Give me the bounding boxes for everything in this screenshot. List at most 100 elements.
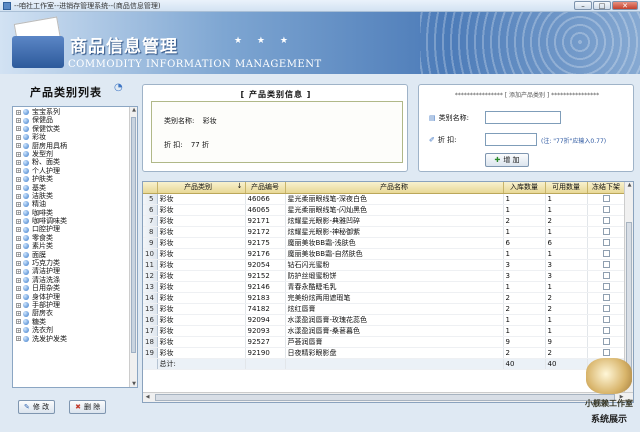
expand-icon[interactable]: + xyxy=(16,336,21,342)
cell-in-qty[interactable]: 6 xyxy=(503,237,546,249)
cell-frozen[interactable] xyxy=(587,325,626,337)
cell-category[interactable]: 彩妆 xyxy=(157,204,246,216)
expand-icon[interactable]: + xyxy=(16,269,21,275)
table-row[interactable]: 14 彩妆 92183 完美纷炫两用遮瑕笔 2 2 xyxy=(143,292,626,304)
cell-avail-qty[interactable]: 2 xyxy=(545,303,588,315)
cell-name[interactable]: 星光柔丽眼线笔-深夜白色 xyxy=(285,193,504,205)
category-item[interactable]: + 粉、面类 xyxy=(16,158,137,166)
frozen-checkbox[interactable] xyxy=(602,283,610,290)
cell-in-qty[interactable]: 1 xyxy=(503,248,546,260)
minimize-button[interactable]: – xyxy=(574,1,592,10)
cell-category[interactable]: 彩妆 xyxy=(157,336,246,348)
cell-frozen[interactable] xyxy=(587,347,626,359)
table-row[interactable]: 7 彩妆 92171 炫耀星光眼影-典雅凹碎 2 2 xyxy=(143,215,626,227)
cell-avail-qty[interactable]: 2 xyxy=(545,215,588,227)
column-header-name[interactable]: 产品名称 xyxy=(285,182,504,194)
cell-avail-qty[interactable]: 1 xyxy=(545,204,588,216)
product-grid[interactable]: 产品类别 ↓ 产品编号 产品名称 入库数量 可用数量 冻结下架 5 彩妆 46066… xyxy=(142,181,634,403)
cell-code[interactable]: 92054 xyxy=(245,259,286,271)
expand-icon[interactable]: + xyxy=(16,252,21,258)
cell-category[interactable]: 彩妆 xyxy=(157,270,246,282)
cell-name[interactable]: 青春永酷睫毛乳 xyxy=(285,281,504,293)
cell-avail-qty[interactable]: 6 xyxy=(545,237,588,249)
frozen-checkbox[interactable] xyxy=(602,327,610,334)
cell-frozen[interactable] xyxy=(587,259,626,271)
expand-icon[interactable]: + xyxy=(16,319,21,325)
expand-icon[interactable]: + xyxy=(16,210,21,216)
category-item[interactable]: + 洗发护发类 xyxy=(16,335,137,343)
cell-avail-qty[interactable]: 9 xyxy=(545,336,588,348)
category-item[interactable]: + 零食类 xyxy=(16,234,137,242)
column-header-category[interactable]: 产品类别 ↓ xyxy=(157,182,246,194)
expand-icon[interactable]: + xyxy=(16,327,21,333)
cell-code[interactable]: 92176 xyxy=(245,248,286,260)
expand-icon[interactable]: + xyxy=(16,294,21,300)
cell-avail-qty[interactable]: 2 xyxy=(545,347,588,359)
cell-code[interactable]: 92093 xyxy=(245,325,286,337)
cell-code[interactable]: 92146 xyxy=(245,281,286,293)
expand-icon[interactable]: + xyxy=(16,134,21,140)
table-row[interactable]: 15 彩妆 74182 炫红唇膏 2 2 xyxy=(143,303,626,315)
expand-icon[interactable]: + xyxy=(16,285,21,291)
cell-avail-qty[interactable]: 1 xyxy=(545,248,588,260)
column-header-in-qty[interactable]: 入库数量 xyxy=(503,182,546,194)
cell-category[interactable]: 彩妆 xyxy=(157,193,246,205)
discount-input[interactable] xyxy=(485,133,537,146)
cell-code[interactable]: 46066 xyxy=(245,193,286,205)
cell-avail-qty[interactable]: 3 xyxy=(545,270,588,282)
expand-icon[interactable]: + xyxy=(16,109,21,115)
expand-icon[interactable]: + xyxy=(16,201,21,207)
category-item[interactable]: + 面膜 xyxy=(16,251,137,259)
category-item[interactable]: + 彩妆 xyxy=(16,133,137,141)
cell-frozen[interactable] xyxy=(587,336,626,348)
category-item[interactable]: + 糖类 xyxy=(16,318,137,326)
cell-name[interactable]: 芦荟润唇膏 xyxy=(285,336,504,348)
cell-name[interactable]: 魔丽美妆BB霜-浅肤色 xyxy=(285,237,504,249)
cell-frozen[interactable] xyxy=(587,292,626,304)
tree-scroll-thumb[interactable] xyxy=(131,117,136,353)
cell-category[interactable]: 彩妆 xyxy=(157,248,246,260)
cell-name[interactable]: 水漾盈润唇膏-玫瑰花蕊色 xyxy=(285,314,504,326)
table-row[interactable]: 18 彩妆 92527 芦荟润唇膏 9 9 xyxy=(143,336,626,348)
scroll-down-icon[interactable]: ▼ xyxy=(130,381,137,387)
frozen-checkbox[interactable] xyxy=(602,261,610,268)
delete-button[interactable]: ✖ 删 除 xyxy=(69,400,107,414)
table-row[interactable]: 16 彩妆 92094 水漾盈润唇膏-玫瑰花蕊色 1 1 xyxy=(143,314,626,326)
cell-code[interactable]: 46065 xyxy=(245,204,286,216)
expand-icon[interactable]: + xyxy=(16,302,21,308)
cell-in-qty[interactable]: 1 xyxy=(503,193,546,205)
cell-avail-qty[interactable]: 3 xyxy=(545,259,588,271)
cell-frozen[interactable] xyxy=(587,303,626,315)
category-item[interactable]: + 保健饮类 xyxy=(16,125,137,133)
category-item[interactable]: + 素片类 xyxy=(16,242,137,250)
cell-in-qty[interactable]: 2 xyxy=(503,303,546,315)
cell-code[interactable]: 92527 xyxy=(245,336,286,348)
cell-name[interactable]: 炫耀星光眼影-神秘御紫 xyxy=(285,226,504,238)
cell-avail-qty[interactable]: 1 xyxy=(545,325,588,337)
cell-in-qty[interactable]: 1 xyxy=(503,314,546,326)
scroll-up-icon[interactable]: ▲ xyxy=(130,107,137,115)
table-row[interactable]: 6 彩妆 46065 星光柔丽眼线笔-闪灿黑色 1 1 xyxy=(143,204,626,216)
cell-frozen[interactable] xyxy=(587,281,626,293)
category-item[interactable]: + 清洁洗涤 xyxy=(16,276,137,284)
cell-frozen[interactable] xyxy=(587,248,626,260)
category-item[interactable]: + 洗衣剂 xyxy=(16,326,137,334)
expand-icon[interactable]: + xyxy=(16,277,21,283)
cell-code[interactable]: 74182 xyxy=(245,303,286,315)
frozen-checkbox[interactable] xyxy=(602,217,610,224)
table-row[interactable]: 5 彩妆 46066 星光柔丽眼线笔-深夜白色 1 1 xyxy=(143,193,626,205)
expand-icon[interactable]: + xyxy=(16,227,21,233)
table-row[interactable]: 12 彩妆 92152 防护丝缎蜜粉饼 3 3 xyxy=(143,270,626,282)
cell-code[interactable]: 92175 xyxy=(245,237,286,249)
category-item[interactable]: + 日用杂类 xyxy=(16,284,137,292)
column-header-code[interactable]: 产品编号 xyxy=(245,182,286,194)
cell-category[interactable]: 彩妆 xyxy=(157,281,246,293)
expand-icon[interactable]: + xyxy=(16,185,21,191)
cell-in-qty[interactable]: 1 xyxy=(503,226,546,238)
grid-horizontal-scrollbar[interactable]: ◀ ▶ xyxy=(143,392,633,402)
table-row[interactable]: 10 彩妆 92176 魔丽美妆BB霜-自然肤色 1 1 xyxy=(143,248,626,260)
expand-icon[interactable]: + xyxy=(16,176,21,182)
cell-code[interactable]: 92152 xyxy=(245,270,286,282)
cell-code[interactable]: 92094 xyxy=(245,314,286,326)
grid-scroll-up-icon[interactable]: ▲ xyxy=(625,182,633,190)
